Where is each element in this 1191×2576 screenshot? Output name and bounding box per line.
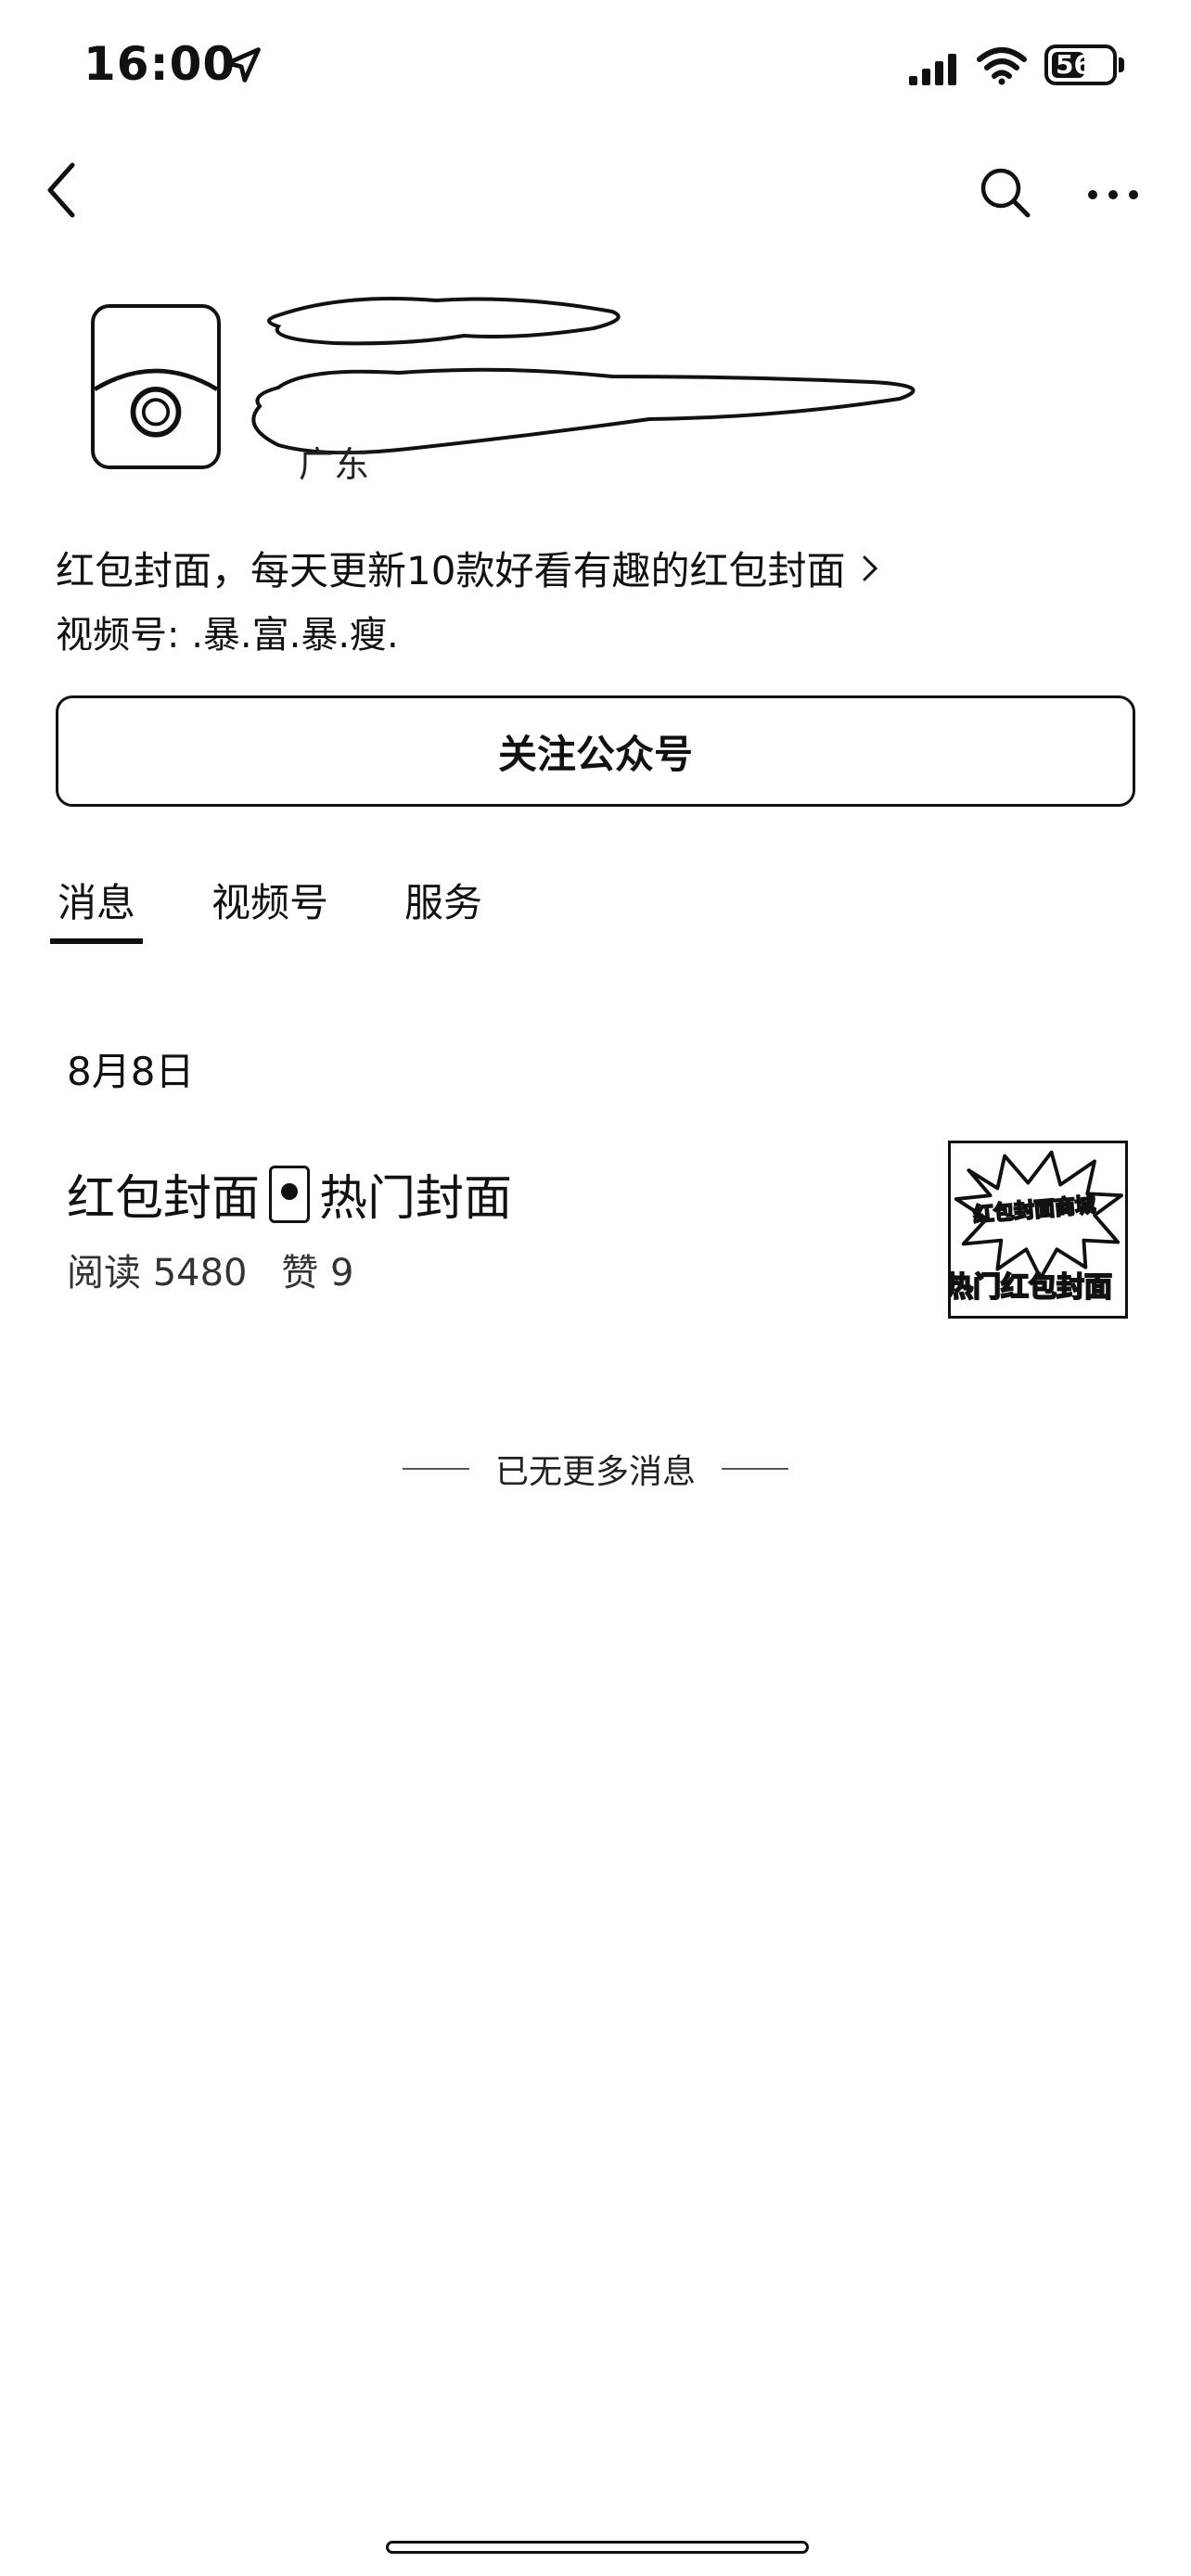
battery-cap xyxy=(1119,57,1124,72)
tab-messages[interactable]: 消息 xyxy=(50,872,144,946)
home-indicator[interactable] xyxy=(386,2541,809,2554)
red-envelope-logo-icon xyxy=(95,368,217,438)
profile-tabs: 消息 视频号 服务 xyxy=(50,872,551,946)
tab-services[interactable]: 服务 xyxy=(397,872,490,946)
tab-video-channel[interactable]: 视频号 xyxy=(204,872,336,946)
message-date: 8月8日 xyxy=(67,1049,195,1094)
cellular-signal-icon xyxy=(909,54,956,85)
article-thumbnail[interactable]: 红包封面商城 热门红包封面 xyxy=(948,1141,1128,1319)
article-stats: 阅读 5480 赞 9 xyxy=(67,1243,353,1296)
article-title-suffix: 热门封面 xyxy=(319,1171,513,1227)
account-description[interactable]: 红包封面，每天更新10款好看有趣的红包封面 xyxy=(56,540,880,596)
account-avatar[interactable] xyxy=(91,304,221,469)
search-icon[interactable] xyxy=(978,165,1033,221)
battery-percent: 56 xyxy=(1056,49,1092,80)
account-region: 广东 xyxy=(299,444,370,485)
chevron-right-icon xyxy=(863,555,878,580)
wifi-icon xyxy=(977,47,1027,85)
more-options-icon[interactable] xyxy=(1085,176,1141,213)
status-bar: 16:00 56 xyxy=(0,0,1191,139)
follow-account-button[interactable]: 关注公众号 xyxy=(56,695,1135,807)
back-chevron-icon[interactable] xyxy=(39,158,85,223)
article-title-prefix: 红包封面 xyxy=(67,1171,261,1227)
thumbnail-caption-bottom: 热门红包封面 xyxy=(948,1270,1113,1305)
red-envelope-emoji-icon xyxy=(269,1165,311,1223)
video-channel-info[interactable]: 视频号: .暴.富.暴.瘦. xyxy=(56,605,399,658)
article-card[interactable]: 红包封面 热门封面 阅读 5480 赞 9 红包封面商城 热门红包封面 xyxy=(67,1141,1133,1326)
description-text: 红包封面，每天更新10款好看有趣的红包封面 xyxy=(56,548,846,593)
location-arrow-icon xyxy=(225,47,261,83)
status-time: 16:00 xyxy=(83,37,237,91)
divider-right xyxy=(722,1468,788,1470)
article-like-count: 赞 9 xyxy=(281,1252,354,1294)
divider-left xyxy=(402,1468,469,1470)
end-of-list-indicator: 已无更多消息 xyxy=(0,1445,1191,1493)
article-read-count: 阅读 5480 xyxy=(67,1252,248,1294)
battery-icon: 56 xyxy=(1044,45,1117,85)
article-title[interactable]: 红包封面 热门封面 xyxy=(67,1159,512,1229)
end-of-list-text: 已无更多消息 xyxy=(494,1453,696,1491)
